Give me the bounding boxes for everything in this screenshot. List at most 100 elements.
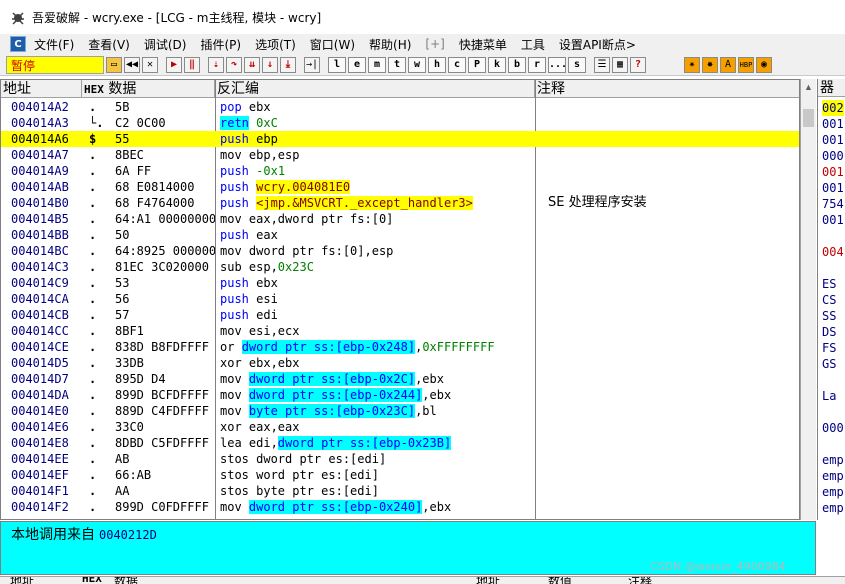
scroll-up-icon[interactable]: ▲ <box>801 79 816 95</box>
register-value[interactable]: ES <box>822 276 836 292</box>
toolbar-letter-e[interactable]: e <box>348 56 366 73</box>
disasm-row[interactable]: 004014A9. 6A FF push -0x1 <box>1 163 799 179</box>
disasm-row[interactable]: 004014C3. 81EC 3C020000 sub esp,0x23C <box>1 259 799 275</box>
grid-icon[interactable]: ▦ <box>612 56 628 73</box>
disasm-row[interactable]: 004014A3 └. C2 0C00 retn 0xC <box>1 115 799 131</box>
dump-col-data[interactable]: 数据 <box>114 577 138 584</box>
toolbar-letter-t[interactable]: t <box>388 56 406 73</box>
register-value[interactable]: emp <box>822 452 844 468</box>
register-value[interactable]: emp <box>822 500 844 516</box>
register-value[interactable]: 001 <box>822 180 844 196</box>
toolbar-letter-c[interactable]: c <box>448 56 466 73</box>
target-icon[interactable]: ◉ <box>756 56 772 73</box>
toolbar-letter-p[interactable]: P <box>468 56 486 73</box>
register-value[interactable]: 001 <box>822 116 844 132</box>
step-over-icon[interactable]: ↷ <box>226 56 242 73</box>
register-value[interactable]: 002 <box>822 100 844 116</box>
register-value[interactable]: 001 <box>822 132 844 148</box>
open-folder-icon[interactable]: ▭ <box>106 56 122 73</box>
dump-col-hex[interactable]: HEX <box>82 577 102 584</box>
toolbar-letter-ellipsis[interactable]: ... <box>548 56 566 73</box>
disasm-row[interactable]: 004014DA. 899D BCFDFFFF mov dword ptr ss:[… <box>1 387 799 403</box>
goto-icon[interactable]: →| <box>304 56 320 73</box>
disasm-row[interactable]: 004014E0. 889D C4FDFFFF mov byte ptr ss:[e… <box>1 403 799 419</box>
disasm-row[interactable]: 004014BC. 64:8925 00000000 mov dword ptr f… <box>1 243 799 259</box>
disasm-row[interactable]: 004014CB. 57 push edi <box>1 307 799 323</box>
disasm-row[interactable]: 004014B0. 68 F4764000 push <jmp.&MSVCRT._e… <box>1 195 799 211</box>
menu-plugins[interactable]: 插件(P) <box>200 36 241 53</box>
help-icon[interactable]: ? <box>630 56 646 73</box>
menu-file[interactable]: 文件(F) <box>34 36 74 53</box>
toolbar-letter-h[interactable]: h <box>428 56 446 73</box>
disasm-row[interactable]: 004014EF. 66:AB stos word ptr es:[edi] <box>1 467 799 483</box>
register-value[interactable]: 001 <box>822 164 844 180</box>
disasm-row[interactable]: 004014D7. 895D D4 mov dword ptr ss:[ebp-0x… <box>1 371 799 387</box>
register-pane[interactable]: 器 002 001 001 000 001 001 754 001 004 ES CS SS DS FS G… <box>817 79 845 520</box>
col-disasm[interactable]: 反汇编 <box>215 80 535 98</box>
trace-into-icon[interactable]: ⇊ <box>244 56 260 73</box>
register-value[interactable]: 001 <box>822 212 844 228</box>
register-value[interactable]: SS <box>822 308 836 324</box>
toolbar-letter-k[interactable]: k <box>488 56 506 73</box>
disasm-row[interactable]: 004014C9. 53 push ebx <box>1 275 799 291</box>
col-comment[interactable]: 注释 <box>535 80 799 98</box>
rewind-icon[interactable]: ◀◀ <box>124 56 140 73</box>
menu-window[interactable]: 窗口(W) <box>310 36 355 53</box>
disasm-row[interactable]: 004014CC. 8BF1 mov esi,ecx <box>1 323 799 339</box>
hbp-icon[interactable]: HBP <box>738 56 754 73</box>
disasm-row[interactable]: 004014CA. 56 push esi <box>1 291 799 307</box>
scroll-thumb[interactable] <box>803 109 814 127</box>
step-into-icon[interactable]: ⇣ <box>208 56 224 73</box>
stack-col-comment[interactable]: 注释 <box>628 577 652 584</box>
menu-help[interactable]: 帮助(H) <box>369 36 411 53</box>
disasm-row[interactable]: 004014EE. AB stos dword ptr es:[edi] <box>1 451 799 467</box>
disasm-row[interactable]: 004014A2. 5B pop ebx <box>1 99 799 115</box>
disassembly-pane[interactable]: 地址 HEX 数据 反汇编 注释 004014A2. 5B pop ebx 00401… <box>0 79 800 520</box>
dump-col-addr[interactable]: 地址 <box>10 577 34 584</box>
disasm-row[interactable]: 004014D5. 33DB xor ebx,ebx <box>1 355 799 371</box>
toolbar-letter-s[interactable]: s <box>568 56 586 73</box>
stack-col-value[interactable]: 数值 <box>548 577 572 584</box>
execute-till-return-icon[interactable]: ⤓ <box>280 56 296 73</box>
menu-shortcut[interactable]: 快捷菜单 <box>459 36 507 53</box>
disasm-row[interactable]: 004014AB. 68 E0814000 push wcry.004081E0 <box>1 179 799 195</box>
plugin-icon[interactable]: ✸ <box>702 56 718 73</box>
col-hex-data[interactable]: HEX 数据 <box>82 80 215 98</box>
register-value[interactable]: CS <box>822 292 836 308</box>
register-value[interactable]: GS <box>822 356 836 372</box>
close-icon[interactable]: ✕ <box>142 56 158 73</box>
register-value[interactable]: emp <box>822 516 844 520</box>
gear-icon[interactable]: ✷ <box>684 56 700 73</box>
disasm-row[interactable]: 004014E6. 33C0 xor eax,eax <box>1 419 799 435</box>
disasm-row[interactable]: 004014B5. 64:A1 00000000 mov eax,dword ptr… <box>1 211 799 227</box>
register-value[interactable]: 000 <box>822 420 844 436</box>
toolbar-letter-b[interactable]: b <box>508 56 526 73</box>
toolbar-letter-l[interactable]: l <box>328 56 346 73</box>
col-addr[interactable]: 地址 <box>1 80 82 98</box>
register-value[interactable]: FS <box>822 340 836 356</box>
menu-tools[interactable]: 工具 <box>521 36 545 53</box>
list-icon[interactable]: ☰ <box>594 56 610 73</box>
disasm-row[interactable]: 004014F1. AA stos byte ptr es:[edi] <box>1 483 799 499</box>
pause-icon[interactable]: ‖ <box>184 56 200 73</box>
register-value[interactable]: emp <box>822 468 844 484</box>
register-value[interactable]: La <box>822 388 836 404</box>
disasm-row[interactable]: 004014A6 $55 push ebp <box>1 131 799 147</box>
toolbar-letter-m[interactable]: m <box>368 56 386 73</box>
ab-icon[interactable]: A <box>720 56 736 73</box>
disasm-row[interactable]: 004014CE. 838D B8FDFFFF FF or dword ptr ss… <box>1 339 799 355</box>
register-value[interactable]: 754 <box>822 196 844 212</box>
disasm-row[interactable]: 004014BB. 50 push eax <box>1 227 799 243</box>
stack-col-addr[interactable]: 地址 <box>476 577 500 584</box>
disasm-row[interactable]: 004014F2. 899D C0FDFFFF mov dword ptr ss:[… <box>1 499 799 515</box>
disasm-row[interactable]: 004014A7. 8BEC mov ebp,esp <box>1 147 799 163</box>
toolbar-letter-w[interactable]: w <box>408 56 426 73</box>
disasm-row[interactable]: 004014E8. 8DBD C5FDFFFF lea edi,dword ptr … <box>1 435 799 451</box>
register-value[interactable]: emp <box>822 484 844 500</box>
vertical-scrollbar[interactable]: ▲ <box>800 79 816 520</box>
register-value[interactable]: DS <box>822 324 836 340</box>
trace-over-icon[interactable]: ↓ <box>262 56 278 73</box>
menu-view[interactable]: 查看(V) <box>88 36 130 53</box>
menu-set-api-breakpoint[interactable]: 设置API断点> <box>559 36 636 53</box>
menu-debug[interactable]: 调试(D) <box>144 36 187 53</box>
